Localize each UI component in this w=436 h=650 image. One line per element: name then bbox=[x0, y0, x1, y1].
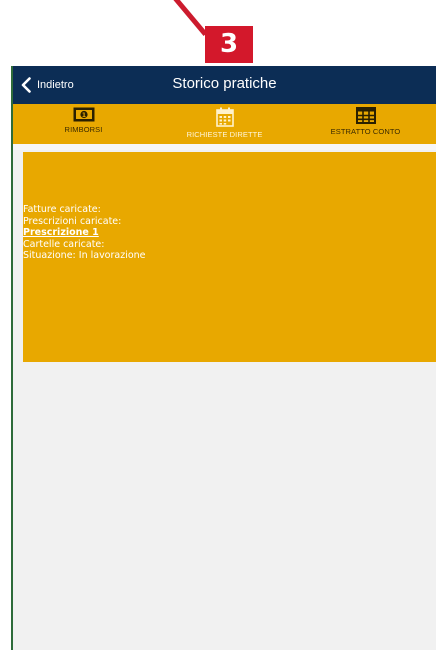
calendar-icon bbox=[215, 107, 234, 127]
page: 3 Indietro Storico pratiche 1 RIMBORSI R… bbox=[0, 0, 436, 650]
situazione-status-text: Situazione: In lavorazione bbox=[23, 250, 146, 261]
table-icon bbox=[355, 107, 376, 124]
tab-estratto-conto[interactable]: ESTRATTO CONTO bbox=[295, 104, 436, 144]
fatture-caricate-text: Fatture caricate: bbox=[23, 204, 101, 215]
tab-richieste-dirette-label: RICHIESTE DIRETTE bbox=[186, 130, 263, 139]
app-screen: Indietro Storico pratiche 1 RIMBORSI RIC… bbox=[11, 66, 436, 650]
tab-bar: 1 RIMBORSI RICHIESTE DIRETTE ESTRATTO CO… bbox=[13, 104, 436, 144]
tab-estratto-conto-label: ESTRATTO CONTO bbox=[330, 127, 401, 136]
chevron-left-icon bbox=[21, 77, 31, 93]
banknote-icon: 1 bbox=[73, 107, 95, 122]
tab-richieste-dirette[interactable]: RICHIESTE DIRETTE bbox=[154, 104, 295, 144]
callout-pointer bbox=[165, 0, 208, 36]
prescrizioni-caricate-text: Prescrizioni caricate: bbox=[23, 215, 122, 227]
top-bar: Indietro Storico pratiche bbox=[13, 66, 436, 104]
page-title: Storico pratiche bbox=[172, 75, 277, 92]
pratica-card[interactable]: Fatture caricate: Prescrizioni caricate:… bbox=[23, 152, 436, 362]
cartelle-caricate-text: Cartelle caricate: bbox=[23, 238, 105, 250]
back-button-label: Indietro bbox=[37, 79, 74, 91]
empty-content-area bbox=[13, 362, 436, 650]
tab-rimborsi[interactable]: 1 RIMBORSI bbox=[13, 104, 154, 144]
callout-number-badge: 3 bbox=[205, 26, 253, 63]
prescrizione-link[interactable]: Prescrizione 1 bbox=[23, 227, 436, 239]
svg-text:1: 1 bbox=[81, 112, 85, 119]
tab-rimborsi-label: RIMBORSI bbox=[64, 125, 103, 134]
back-button[interactable]: Indietro bbox=[21, 66, 74, 104]
tab-divider bbox=[13, 144, 436, 150]
